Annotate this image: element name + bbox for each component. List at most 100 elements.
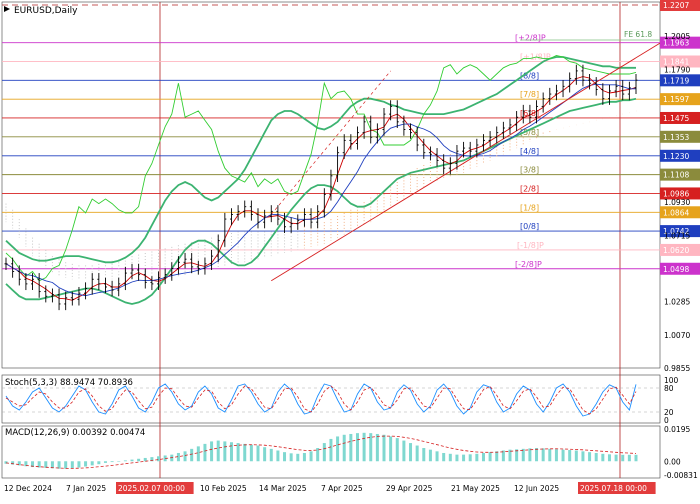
murrey-level-label-11: [-1/8]P bbox=[517, 241, 544, 250]
macd-histogram-bar bbox=[355, 433, 359, 462]
x-axis-label-0: 12 Dec 2024 bbox=[4, 484, 52, 493]
macd-histogram-bar bbox=[568, 450, 572, 462]
murrey-price-text-2: 1.1719 bbox=[663, 76, 689, 85]
chart-canvas[interactable]: [+2/8]P[+1/8]P[8/8][7/8][6/8][5/8][4/8][… bbox=[0, 0, 700, 500]
macd-histogram-bar bbox=[601, 453, 605, 462]
main-y-tick-1: 1.1790 bbox=[664, 65, 690, 74]
macd-histogram-bar bbox=[190, 448, 194, 462]
macd-histogram-bar bbox=[137, 458, 141, 462]
macd-histogram-bar bbox=[455, 454, 459, 462]
macd-histogram-bar bbox=[442, 452, 446, 462]
macd-histogram-bar bbox=[97, 461, 101, 465]
macd-histogram-bar bbox=[236, 443, 240, 462]
macd-histogram-bar bbox=[627, 454, 631, 462]
murrey-price-text-9: 1.0864 bbox=[663, 208, 689, 217]
macd-histogram-bar bbox=[349, 433, 353, 462]
macd-histogram-bar bbox=[210, 441, 214, 462]
macd-histogram-bar bbox=[342, 434, 346, 462]
macd-histogram-bar bbox=[249, 444, 253, 462]
x-axis-label-9: 2025.07.18 00:00 bbox=[580, 484, 647, 493]
macd-histogram-bar bbox=[269, 448, 273, 462]
macd-histogram-bar bbox=[435, 451, 439, 462]
x-axis-label-8: 12 Jun 2025 bbox=[514, 484, 559, 493]
murrey-level-label-8: [2/8] bbox=[520, 184, 539, 193]
macd-histogram-bar bbox=[535, 448, 539, 462]
macd-histogram-bar bbox=[322, 443, 326, 462]
x-axis-label-4: 14 Mar 2025 bbox=[259, 484, 307, 493]
macd-histogram-bar bbox=[607, 454, 611, 462]
macd-histogram-bar bbox=[448, 453, 452, 462]
top-level-price-text: 1.2207 bbox=[663, 1, 689, 10]
eurusd-daily-chart[interactable]: [+2/8]P[+1/8]P[8/8][7/8][6/8][5/8][4/8][… bbox=[0, 0, 700, 500]
macd-signal-line bbox=[5, 435, 637, 469]
macd-histogram-bar bbox=[422, 448, 426, 462]
macd-histogram-bar bbox=[84, 461, 88, 467]
macd-histogram-bar bbox=[634, 454, 638, 462]
x-axis-label-2: 2025.02.07 00:00 bbox=[118, 484, 185, 493]
murrey-price-text-4: 1.1475 bbox=[663, 114, 689, 123]
macd-histogram-bar bbox=[289, 453, 293, 462]
symbol-dropdown-icon bbox=[4, 6, 10, 12]
main-y-tick-4: 1.0285 bbox=[664, 298, 690, 307]
main-y-tick-5: 1.0070 bbox=[664, 331, 690, 340]
macd-histogram-bar bbox=[468, 454, 472, 462]
macd-histogram-bar bbox=[123, 460, 127, 462]
macd-histogram-bar bbox=[243, 443, 247, 462]
macd-histogram-bar bbox=[495, 451, 499, 462]
uptrend-line bbox=[271, 42, 661, 282]
macd-y-tick-0: 0.0195 bbox=[664, 425, 690, 434]
murrey-price-text-11: 1.0620 bbox=[663, 246, 689, 255]
macd-histogram-bar bbox=[402, 440, 406, 462]
x-axis-label-6: 29 Apr 2025 bbox=[386, 484, 433, 493]
macd-label: MACD(12,26,9) 0.00392 0.00474 bbox=[5, 428, 145, 438]
main-y-tick-3: 1.0715 bbox=[664, 231, 690, 240]
macd-histogram-bar bbox=[554, 449, 558, 462]
murrey-level-label-9: [1/8] bbox=[520, 203, 539, 212]
murrey-level-label-7: [3/8] bbox=[520, 166, 539, 175]
main-y-tick-0: 1.2005 bbox=[664, 32, 690, 41]
macd-histogram-bar bbox=[548, 448, 552, 462]
macd-histogram-bar bbox=[574, 450, 578, 462]
macd-histogram-bar bbox=[528, 448, 532, 462]
macd-histogram-bar bbox=[130, 459, 134, 462]
stoch-y-tick-1: 80 bbox=[664, 384, 674, 393]
murrey-price-text-7: 1.1108 bbox=[663, 171, 689, 180]
stoch-y-tick-3: 0 bbox=[664, 416, 669, 425]
macd-y-tick-1: 0.00 bbox=[664, 457, 681, 466]
macd-histogram-bar bbox=[541, 448, 545, 462]
macd-histogram-bar bbox=[428, 449, 432, 462]
stoch-label: Stoch(5,3,3) 88.9474 70.8936 bbox=[5, 378, 133, 388]
x-axis-label-5: 7 Apr 2025 bbox=[321, 484, 363, 493]
murrey-level-label-3: [7/8] bbox=[520, 90, 539, 99]
macd-histogram-bar bbox=[395, 438, 399, 462]
macd-histogram-bar bbox=[296, 453, 300, 462]
macd-y-tick-2: -0.00831 bbox=[664, 471, 698, 480]
macd-histogram-bar bbox=[309, 451, 313, 462]
macd-histogram-bar bbox=[50, 461, 54, 469]
macd-histogram-bar bbox=[389, 436, 393, 462]
murrey-level-label-6: [4/8] bbox=[520, 147, 539, 156]
murrey-price-text-5: 1.1353 bbox=[663, 133, 689, 142]
macd-histogram-bar bbox=[183, 451, 187, 462]
macd-histogram-bar bbox=[77, 461, 81, 468]
macd-histogram-bar bbox=[462, 454, 466, 462]
macd-histogram-bar bbox=[117, 461, 121, 462]
main-y-tick-2: 1.0930 bbox=[664, 198, 690, 207]
macd-histogram-bar bbox=[90, 461, 94, 466]
macd-histogram-bar bbox=[594, 452, 598, 462]
macd-histogram-bar bbox=[588, 452, 592, 462]
macd-histogram-bar bbox=[475, 453, 479, 462]
macd-histogram-bar bbox=[621, 454, 625, 462]
macd-histogram-bar bbox=[110, 461, 114, 463]
macd-histogram-bar bbox=[203, 443, 207, 462]
macd-histogram-bar bbox=[256, 445, 260, 462]
macd-histogram-bar bbox=[70, 461, 74, 469]
murrey-level-label-12: [-2/8]P bbox=[515, 260, 542, 269]
macd-histogram-bar bbox=[409, 443, 413, 462]
macd-histogram-bar bbox=[157, 456, 161, 462]
macd-histogram-bar bbox=[64, 461, 68, 469]
macd-histogram-bar bbox=[382, 434, 386, 462]
macd-histogram-bar bbox=[223, 441, 227, 462]
macd-histogram-bar bbox=[614, 454, 618, 462]
murrey-level-label-0: [+2/8]P bbox=[515, 34, 546, 43]
